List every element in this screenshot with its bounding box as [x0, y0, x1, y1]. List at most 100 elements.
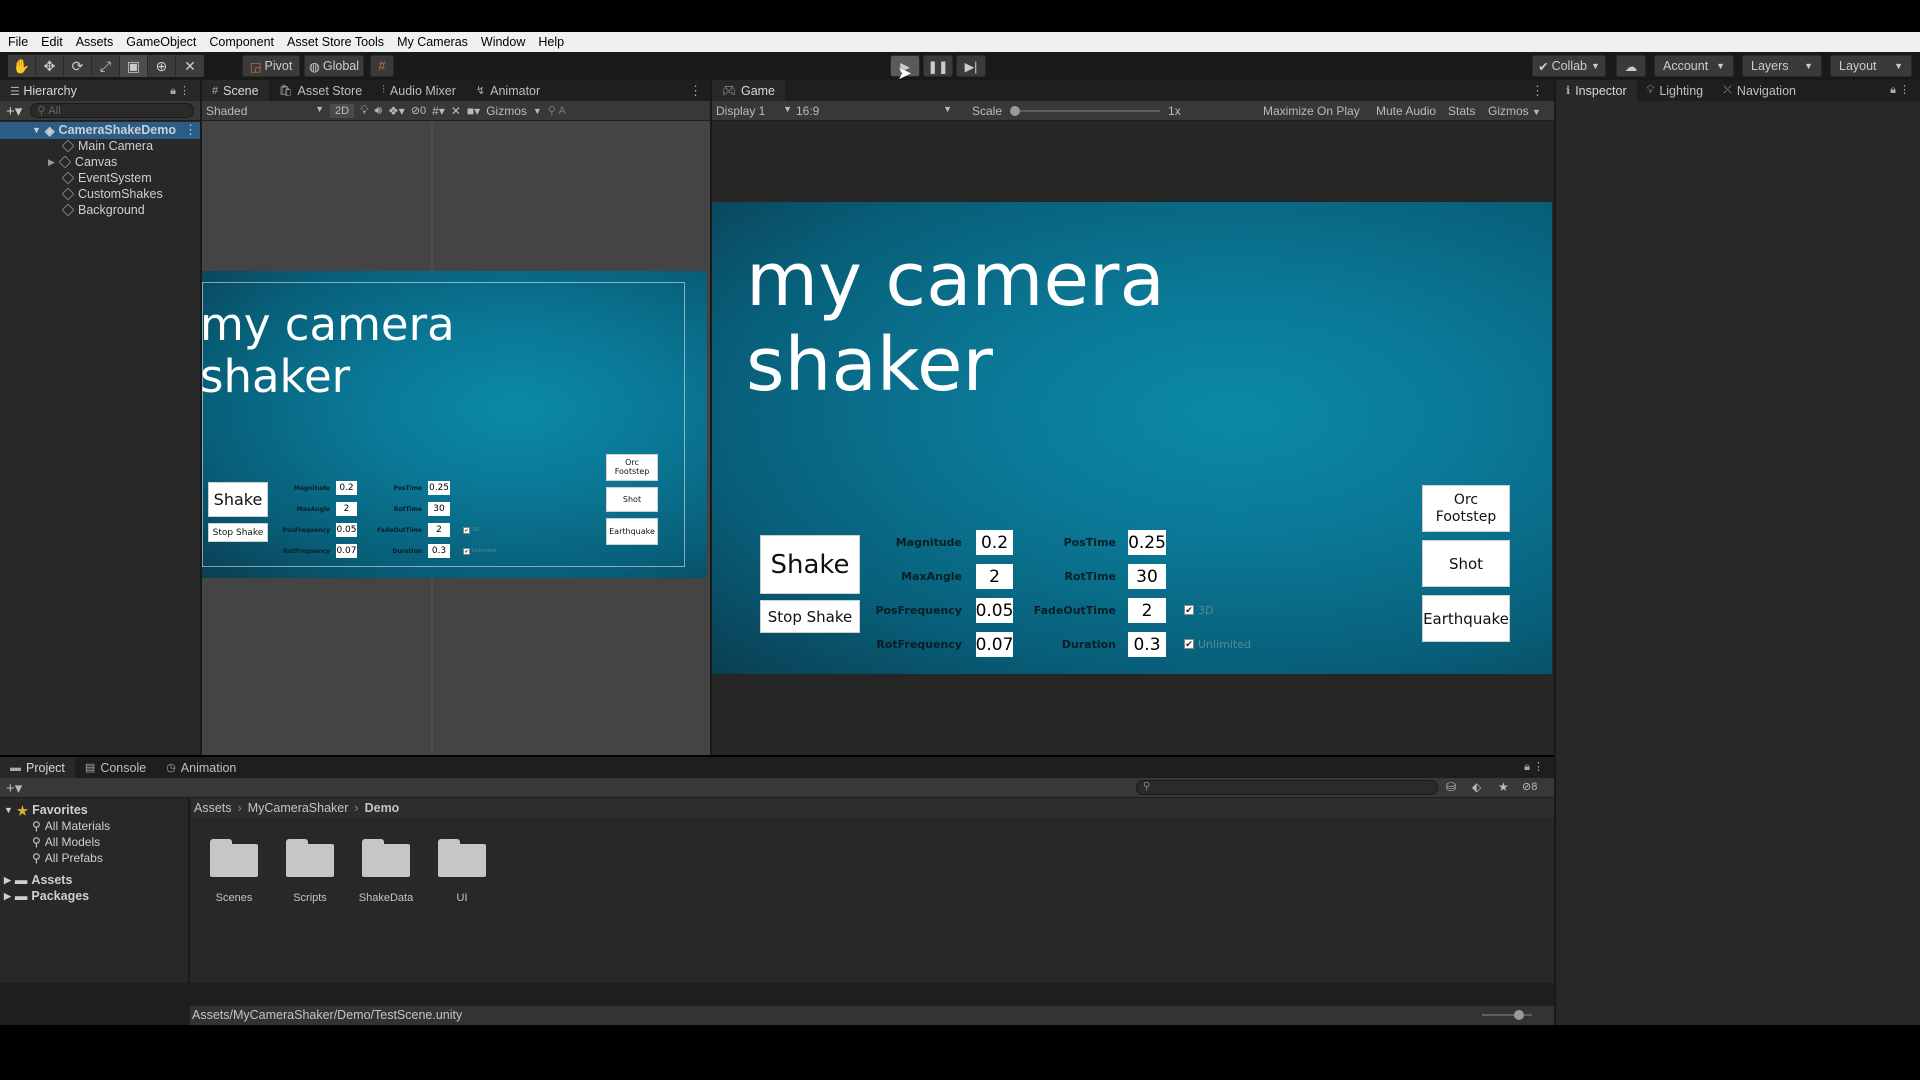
- folder-icon[interactable]: [210, 839, 258, 877]
- tab-project[interactable]: ▬ Project: [0, 757, 75, 778]
- slider-thumb[interactable]: [1010, 105, 1021, 116]
- scene-menu-icon[interactable]: ⋮: [184, 122, 197, 138]
- effects-icon[interactable]: ❖▾: [388, 104, 405, 118]
- folder-icon[interactable]: [362, 839, 410, 877]
- camera-icon[interactable]: ■▾: [467, 104, 480, 118]
- tools-icon[interactable]: ✕: [451, 104, 461, 118]
- tab-asset-store[interactable]: 🛍︎ Asset Store: [269, 80, 373, 101]
- scene-root-item[interactable]: ▼ ◈ CameraShakeDemo: [32, 122, 176, 138]
- postime-input[interactable]: 0.25: [1128, 530, 1166, 555]
- menu-help[interactable]: Help: [538, 35, 564, 49]
- step-button[interactable]: ▶|: [956, 55, 986, 77]
- filter-type-icon[interactable]: ⛁: [1446, 780, 1456, 794]
- earthquake-button[interactable]: Earthquake: [1422, 595, 1510, 642]
- checkbox-unlimited[interactable]: ✔: [1184, 639, 1194, 649]
- move-tool-icon[interactable]: ✥: [36, 55, 64, 77]
- stop-shake-button[interactable]: Stop Shake: [760, 600, 860, 633]
- breadcrumb-item[interactable]: MyCameraShaker: [248, 801, 349, 815]
- audio-icon[interactable]: 🔊︎: [374, 103, 382, 118]
- menu-assets[interactable]: Assets: [76, 35, 114, 49]
- tab-audio-mixer[interactable]: ⫶ Audio Mixer: [372, 80, 466, 101]
- lighting-icon[interactable]: 💡︎: [360, 103, 368, 118]
- hidden-packages-icon[interactable]: ⊘8: [1522, 780, 1537, 793]
- game-gizmos-dropdown[interactable]: Gizmos ▼: [1488, 104, 1541, 118]
- menu-asset-store-tools[interactable]: Asset Store Tools: [287, 35, 384, 49]
- scale-tool-icon[interactable]: ⤢: [92, 55, 120, 77]
- tab-game[interactable]: 🎮︎ Game: [712, 80, 786, 101]
- grid-toggle-icon[interactable]: #▾: [432, 104, 445, 118]
- menu-window[interactable]: Window: [481, 35, 525, 49]
- tab-navigation[interactable]: ⤬ Navigation: [1713, 80, 1806, 101]
- pivot-toggle[interactable]: ◲ Pivot: [242, 55, 300, 77]
- hand-tool-icon[interactable]: ✋: [8, 55, 36, 77]
- icon-size-slider-thumb[interactable]: [1514, 1010, 1524, 1020]
- assets-root-item[interactable]: ▶ ▬ Assets: [4, 872, 72, 888]
- folder-icon[interactable]: [286, 839, 334, 877]
- breadcrumb-item[interactable]: Demo: [365, 801, 400, 815]
- pause-button[interactable]: ❚❚: [923, 55, 953, 77]
- expand-icon[interactable]: ▶: [48, 157, 55, 168]
- tab-scene[interactable]: # Scene: [202, 80, 269, 101]
- account-dropdown[interactable]: Account ▼: [1654, 55, 1734, 77]
- checkbox-3d[interactable]: ✔: [1184, 605, 1194, 615]
- tab-animator[interactable]: ↯ Animator: [466, 80, 550, 101]
- tab-animation[interactable]: ◷ Animation: [156, 757, 246, 778]
- layout-dropdown[interactable]: Layout ▼: [1830, 55, 1912, 77]
- hierarchy-item-eventsystem[interactable]: EventSystem: [61, 170, 152, 186]
- orc-footstep-button[interactable]: Orc Footstep: [1422, 485, 1510, 532]
- lock-icon[interactable]: 🔒︎ ⋮: [170, 84, 190, 98]
- rottime-input[interactable]: 30: [1128, 564, 1166, 589]
- fav-all-prefabs[interactable]: ⚲ All Prefabs: [32, 850, 103, 866]
- lock-icon[interactable]: 🔒︎ ⋮: [1524, 760, 1544, 774]
- toggle-2d[interactable]: 2D: [330, 103, 355, 118]
- menu-component[interactable]: Component: [209, 35, 274, 49]
- custom-tool-icon[interactable]: ✕: [176, 55, 204, 77]
- maximize-on-play-toggle[interactable]: Maximize On Play: [1263, 104, 1360, 118]
- grid-snap-icon[interactable]: #: [370, 55, 394, 77]
- rotate-tool-icon[interactable]: ⟳: [64, 55, 92, 77]
- filter-label-icon[interactable]: ⬖: [1472, 780, 1481, 794]
- favorite-star-icon[interactable]: ★: [1498, 780, 1509, 794]
- menu-my-cameras[interactable]: My Cameras: [397, 35, 468, 49]
- hierarchy-item-main-camera[interactable]: Main Camera: [61, 138, 153, 154]
- cloud-button[interactable]: ☁: [1616, 55, 1646, 77]
- rect-tool-icon[interactable]: ▣: [120, 55, 148, 77]
- hierarchy-item-customshakes[interactable]: CustomShakes: [61, 186, 163, 202]
- icon-size-slider[interactable]: [1482, 1014, 1532, 1016]
- collab-dropdown[interactable]: ✔ Collab ▼: [1532, 55, 1606, 77]
- visibility-icon[interactable]: ⊘0: [411, 104, 426, 117]
- menu-gameobject[interactable]: GameObject: [126, 35, 196, 49]
- global-toggle[interactable]: ◍ Global: [304, 55, 364, 77]
- mute-audio-toggle[interactable]: Mute Audio: [1376, 104, 1436, 118]
- add-icon[interactable]: +▾: [6, 102, 22, 120]
- fav-all-materials[interactable]: ⚲ All Materials: [32, 818, 110, 834]
- panel-menu-icon[interactable]: ⋮: [1531, 83, 1544, 99]
- scene-search-input[interactable]: ⚲ A: [548, 104, 566, 117]
- hierarchy-search-input[interactable]: ⚲ All: [30, 103, 194, 118]
- shot-button[interactable]: Shot: [1422, 540, 1510, 587]
- fadeouttime-input[interactable]: 2: [1128, 598, 1166, 623]
- transform-tool-icon[interactable]: ⊕: [148, 55, 176, 77]
- tab-hierarchy[interactable]: ☰ Hierarchy 🔒︎ ⋮: [0, 80, 200, 101]
- fav-all-models[interactable]: ⚲ All Models: [32, 834, 100, 850]
- duration-input[interactable]: 0.3: [1128, 632, 1166, 657]
- scale-slider[interactable]: [1010, 105, 1161, 117]
- scene-canvas-preview[interactable]: my camera shaker Shake Stop Shake Magnitu…: [200, 271, 707, 578]
- project-search-input[interactable]: ⚲: [1136, 780, 1438, 795]
- packages-root-item[interactable]: ▶ ▬ Packages: [4, 888, 89, 904]
- tab-inspector[interactable]: ℹ Inspector: [1556, 80, 1637, 101]
- breadcrumb-item[interactable]: Assets: [194, 801, 232, 815]
- shake-button[interactable]: Shake: [760, 535, 860, 594]
- folder-icon[interactable]: [438, 839, 486, 877]
- favorites-item[interactable]: ▼ ★ Favorites: [4, 802, 88, 818]
- aspect-dropdown[interactable]: 16:9 ▼: [796, 104, 952, 118]
- lock-icon[interactable]: 🔒︎ ⋮: [1890, 83, 1910, 97]
- stats-toggle[interactable]: Stats: [1448, 104, 1475, 118]
- shading-dropdown[interactable]: Shaded ▼: [206, 104, 324, 118]
- panel-menu-icon[interactable]: ⋮: [689, 83, 702, 99]
- layers-dropdown[interactable]: Layers ▼: [1742, 55, 1822, 77]
- gizmos-dropdown[interactable]: Gizmos: [486, 104, 527, 118]
- hierarchy-item-background[interactable]: Background: [61, 202, 145, 218]
- tab-lighting[interactable]: 💡︎ Lighting: [1637, 80, 1714, 101]
- menu-file[interactable]: File: [8, 35, 28, 49]
